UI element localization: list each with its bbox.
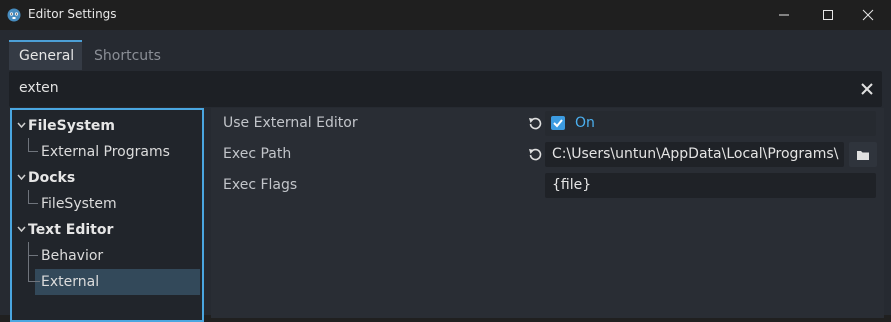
setting-row-exec-path: Exec Path C:\Users\untun\AppData\Local\P… [211,139,884,169]
tree-line [28,190,29,203]
close-icon [862,9,874,21]
search-input-value[interactable]: exten [19,80,59,96]
tree-item-label: FileSystem [28,118,115,134]
chevron-down-icon [17,226,26,232]
exec-flags-input[interactable]: {file} [545,173,876,198]
revert-icon[interactable] [528,147,542,161]
tree-line [28,242,29,282]
tree-item-external[interactable]: External [41,269,99,295]
window-title: Editor Settings [28,7,117,21]
exec-path-input[interactable]: C:\Users\untun\AppData\Local\Programs\ [545,142,844,167]
exec-path-value: C:\Users\untun\AppData\Local\Programs\ [552,146,839,162]
minimize-button[interactable] [761,0,807,30]
tab-shortcuts[interactable]: Shortcuts [84,42,171,70]
tree-item-docks-filesystem[interactable]: FileSystem [41,191,117,217]
search-input[interactable]: exten [9,71,882,107]
settings-dialog: General Shortcuts exten FileSystem Exter… [0,30,891,322]
tree-line [28,255,38,256]
setting-row-use-external-editor: Use External Editor On [211,108,884,138]
setting-label: Use External Editor [223,115,358,131]
setting-label: Exec Flags [223,177,298,193]
tree-line [28,151,38,152]
tree-item-label: Docks [28,170,76,186]
clear-search-icon[interactable] [860,82,874,96]
settings-inspector: Use External Editor On Exec Path C:\User… [211,108,884,318]
tab-general[interactable]: General [9,40,82,70]
minimize-icon [779,14,789,16]
browse-folder-button[interactable] [849,142,877,167]
chevron-down-icon [17,122,26,128]
tree-item-external-programs[interactable]: External Programs [41,139,170,165]
folder-icon [857,150,869,160]
tree-item-label: Text Editor [28,222,114,238]
revert-icon[interactable] [528,116,542,130]
checkmark-icon [553,119,563,128]
chevron-down-icon [17,174,26,180]
godot-icon [7,8,21,22]
settings-tree: FileSystem External Programs Docks FileS… [10,108,204,322]
setting-row-exec-flags: Exec Flags {file} [211,170,884,200]
maximize-icon [823,10,833,20]
tree-item-behavior[interactable]: Behavior [41,243,103,269]
close-window-button[interactable] [845,0,891,30]
tree-line [28,203,38,204]
title-bar: Editor Settings [0,0,891,30]
use-external-editor-checkbox[interactable] [551,116,565,130]
checkbox-value-label[interactable]: On [575,115,595,131]
setting-label: Exec Path [223,146,292,162]
exec-flags-value: {file} [552,177,592,193]
tree-line [28,281,40,282]
tree-line [28,138,29,151]
